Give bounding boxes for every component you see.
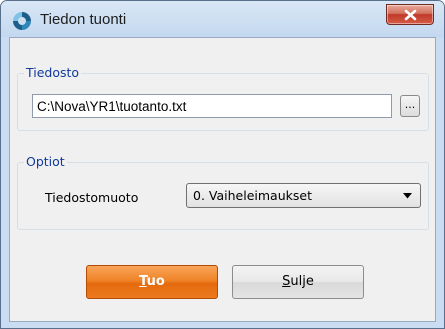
dialog-body: Tiedosto ... Optiot Tiedostomuoto 0. Vai… (9, 37, 436, 322)
title-bar[interactable]: Tiedon tuonti (1, 1, 444, 37)
import-button[interactable]: Tuo (86, 265, 218, 299)
file-format-value: 0. Vaiheleimaukset (193, 188, 312, 203)
options-group-legend: Optiot (24, 154, 67, 169)
dialog-window: Tiedon tuonti Tiedosto ... Optiot Tiedos… (0, 0, 445, 329)
file-format-select[interactable]: 0. Vaiheleimaukset (186, 183, 421, 208)
file-group: Tiedosto ... (17, 65, 429, 131)
close-button-label: ulje (290, 274, 314, 289)
close-window-button[interactable] (386, 4, 434, 25)
window-title: Tiedon tuonti (40, 11, 127, 28)
chevron-down-icon (403, 193, 412, 199)
browse-button[interactable]: ... (400, 95, 420, 117)
file-format-label: Tiedostomuoto (45, 190, 139, 205)
import-button-mnemonic: T (139, 274, 147, 289)
options-group: Optiot Tiedostomuoto 0. Vaiheleimaukset (17, 154, 429, 230)
import-button-label: uo (146, 274, 165, 289)
close-button[interactable]: Sulje (232, 265, 364, 299)
close-icon (404, 9, 417, 21)
app-logo-icon (13, 12, 31, 30)
file-path-input[interactable] (32, 94, 392, 118)
file-group-legend: Tiedosto (24, 65, 82, 80)
